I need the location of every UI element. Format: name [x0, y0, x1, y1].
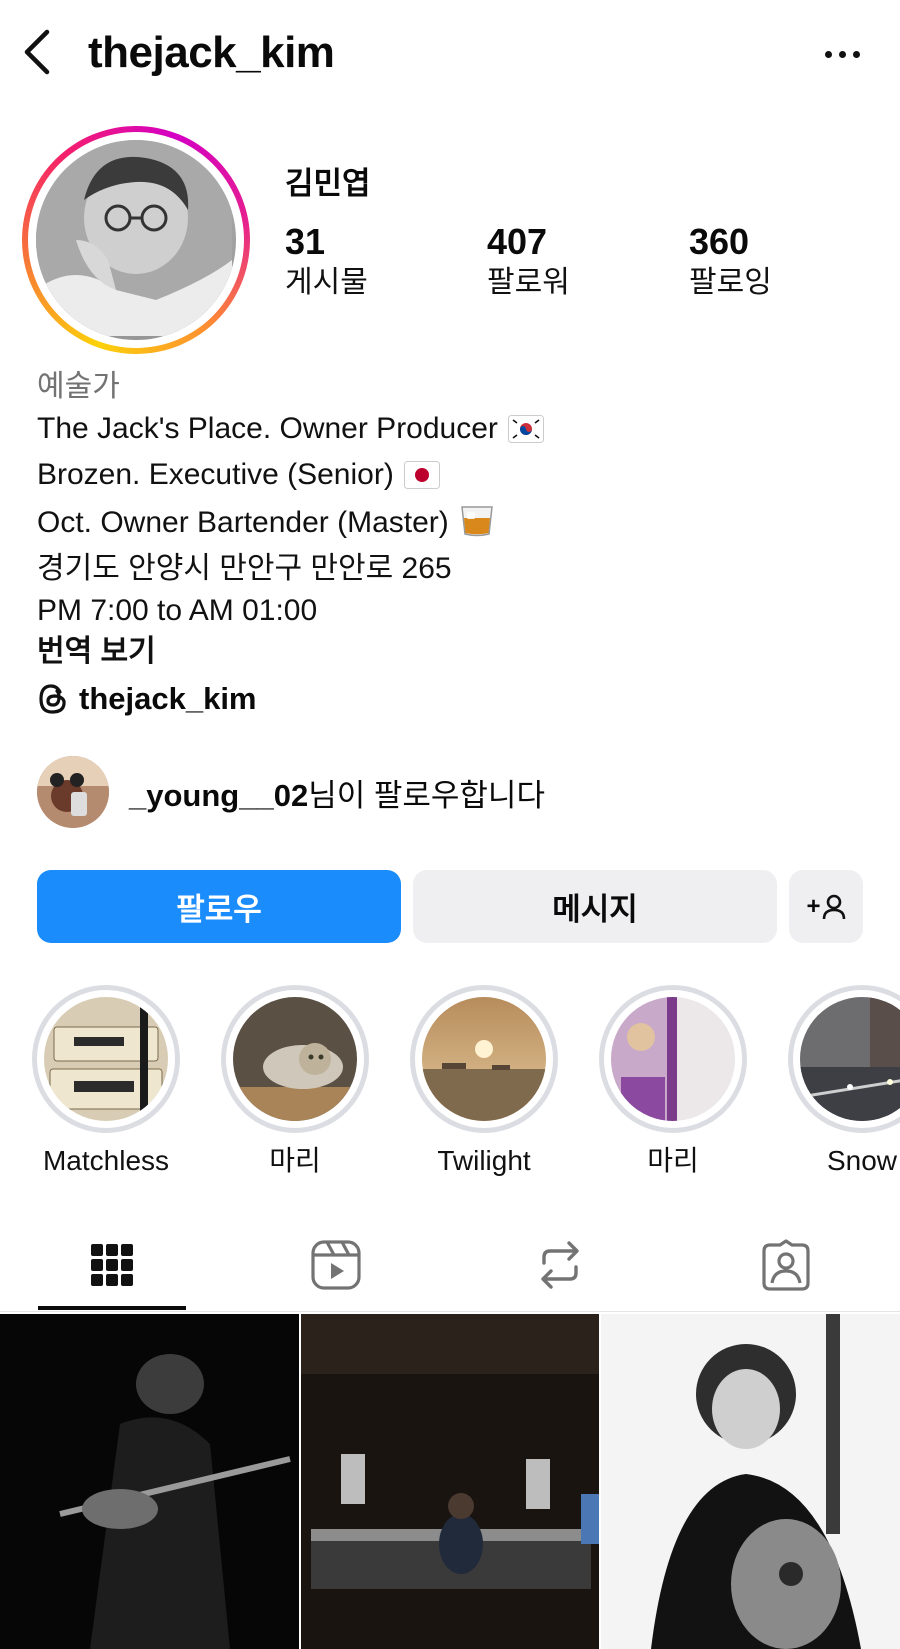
plus-sign: + — [806, 892, 821, 920]
posts-count[interactable]: 31 게시물 — [285, 220, 368, 302]
posts-count-value: 31 — [285, 221, 326, 262]
avatar-frame — [28, 132, 244, 348]
mutual-followers[interactable]: _young__02님이 팔로우합니다 — [37, 756, 545, 828]
following-count-value: 360 — [689, 221, 750, 262]
message-button[interactable]: 메시지 — [413, 870, 777, 943]
more-options-button[interactable] — [812, 30, 872, 78]
back-button[interactable] — [14, 24, 58, 80]
grid-icon — [91, 1244, 133, 1286]
tab-tagged[interactable] — [712, 1218, 860, 1312]
reels-icon — [311, 1240, 361, 1290]
followers-count-label: 팔로워 — [487, 266, 570, 299]
post-grid — [0, 1314, 900, 1649]
see-translation-link[interactable]: 번역 보기 — [37, 631, 544, 673]
more-dot — [838, 50, 846, 58]
whisky-glass-icon — [459, 501, 495, 549]
korea-flag-icon — [507, 413, 544, 455]
avatar — [37, 756, 109, 828]
tab-posts[interactable] — [38, 1218, 186, 1312]
bio-line-text: Brozen. Executive (Senior) — [37, 458, 394, 491]
highlight-ring — [599, 985, 747, 1133]
highlight-cover-image — [233, 997, 357, 1121]
tagged-icon — [762, 1239, 810, 1291]
posts-count-label: 게시물 — [285, 266, 368, 299]
bio-line: Brozen. Executive (Senior) — [37, 454, 544, 501]
threads-link[interactable]: thejack_kim — [37, 676, 257, 722]
highlight-label: 마리 — [269, 1145, 321, 1176]
mutual-followers-text: _young__02님이 팔로우합니다 — [129, 770, 545, 815]
highlight-ring — [32, 985, 180, 1133]
post-thumbnail[interactable] — [601, 1314, 900, 1649]
following-count-label: 팔로잉 — [689, 266, 772, 299]
avatar-story-ring[interactable] — [22, 126, 250, 354]
profile-bio: 예술가 The Jack's Place. Owner Producer Bro… — [37, 366, 544, 673]
avatar-portrait-image — [36, 140, 232, 336]
reposts-icon — [541, 1241, 579, 1289]
bio-line-text: Oct. Owner Bartender (Master) — [37, 505, 449, 539]
avatar — [36, 140, 236, 340]
more-dot — [852, 50, 860, 58]
profile-tabs — [0, 1218, 900, 1312]
followers-count[interactable]: 407 팔로워 — [487, 220, 570, 302]
highlight-label: Matchless — [42, 1145, 170, 1176]
chevron-left-icon — [24, 29, 50, 75]
story-highlight[interactable]: 마리 — [578, 985, 768, 1179]
story-highlight[interactable]: Twilight — [389, 985, 579, 1179]
japan-flag-icon — [403, 459, 440, 501]
highlight-cover-image — [44, 997, 168, 1121]
follow-button[interactable]: 팔로우 — [37, 870, 401, 943]
profile-category: 예술가 — [37, 370, 120, 403]
profile-name: 김민엽 — [285, 166, 371, 201]
highlight-ring — [221, 985, 369, 1133]
story-highlight[interactable]: 마리 — [200, 985, 390, 1179]
highlight-cover-image — [611, 997, 735, 1121]
bio-line: The Jack's Place. Owner Producer — [37, 408, 544, 455]
bio-line-text: The Jack's Place. Owner Producer — [37, 411, 498, 445]
threads-icon — [39, 684, 66, 714]
threads-handle: thejack_kim — [79, 681, 257, 716]
post-thumbnail[interactable] — [0, 1314, 299, 1649]
tab-reels[interactable] — [262, 1218, 410, 1312]
profile-header: thejack_kim — [0, 0, 900, 110]
bio-line: PM 7:00 to AM 01:00 — [37, 593, 318, 627]
post-thumbnail[interactable] — [301, 1314, 599, 1649]
following-count[interactable]: 360 팔로잉 — [689, 220, 772, 302]
story-highlight[interactable]: Snow — [767, 985, 900, 1179]
highlight-label: 마리 — [647, 1145, 699, 1176]
highlight-cover-image — [800, 997, 900, 1121]
mutual-follower-suffix: 님이 팔로우합니다 — [308, 777, 545, 813]
highlight-label: Twilight — [437, 1145, 531, 1176]
more-dot — [824, 50, 832, 58]
highlight-ring — [788, 985, 900, 1133]
suggest-users-button[interactable]: + — [789, 870, 863, 943]
mutual-follower-username: _young__02 — [129, 777, 309, 813]
bio-line: 경기도 안양시 만안구 만안로 265 — [37, 552, 452, 585]
tab-reposts[interactable] — [486, 1218, 634, 1312]
highlight-label: Snow — [826, 1145, 898, 1176]
followers-count-value: 407 — [487, 221, 548, 262]
highlight-cover-image — [422, 997, 546, 1121]
highlight-ring — [410, 985, 558, 1133]
person-icon — [822, 894, 845, 919]
page-title: thejack_kim — [88, 28, 335, 77]
story-highlight[interactable]: Matchless — [11, 985, 201, 1179]
active-tab-indicator — [38, 1306, 186, 1310]
bio-line: Oct. Owner Bartender (Master) — [37, 501, 544, 549]
